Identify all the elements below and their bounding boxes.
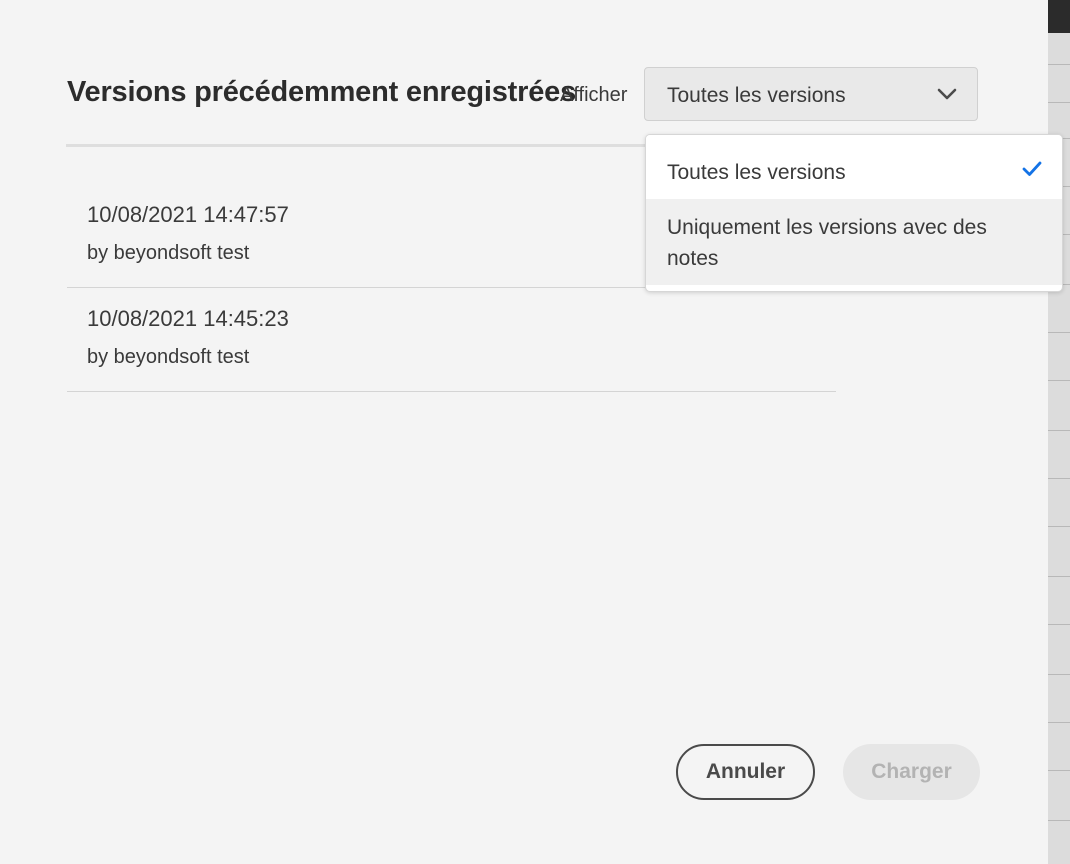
background-row-line [1048,526,1070,527]
filter-dropdown-menu: Toutes les versions Uniquement les versi… [645,134,1063,292]
background-row-line [1048,430,1070,431]
chevron-down-icon [937,88,957,100]
background-row-line [1048,674,1070,675]
checkmark-icon [1022,161,1042,176]
background-row-line [1048,102,1070,103]
version-author: by beyondsoft test [87,346,250,368]
version-list-item[interactable]: 10/08/2021 14:45:23 by beyondsoft test [67,288,836,392]
version-filter-picker[interactable]: Toutes les versions [644,67,978,121]
background-app-strip [1048,0,1070,864]
version-timestamp: 10/08/2021 14:47:57 [87,202,289,227]
dialog-title: Versions précédemment enregistrées [67,76,576,108]
menu-option-versions-with-notes[interactable]: Uniquement les versions avec des notes [646,199,1062,285]
version-history-dialog: Versions précédemment enregistrées Affic… [0,0,1063,864]
background-row-line [1048,576,1070,577]
background-row-line [1048,332,1070,333]
background-top-bar [1048,0,1070,33]
background-row-line [1048,64,1070,65]
background-row-line [1048,770,1070,771]
cancel-button[interactable]: Annuler [676,744,815,800]
header-divider [66,144,646,147]
picker-selected-value: Toutes les versions [667,84,846,107]
background-row-line [1048,722,1070,723]
background-row-line [1048,820,1070,821]
background-row-line [1048,624,1070,625]
background-row-line [1048,478,1070,479]
menu-option-label: Toutes les versions [667,161,846,184]
version-author: by beyondsoft test [87,242,250,264]
filter-label: Afficher [560,84,628,106]
menu-option-all-versions[interactable]: Toutes les versions [646,135,1062,199]
menu-option-label: Uniquement les versions avec des notes [667,216,987,270]
version-timestamp: 10/08/2021 14:45:23 [87,306,289,331]
load-button[interactable]: Charger [843,744,980,800]
background-row-line [1048,380,1070,381]
